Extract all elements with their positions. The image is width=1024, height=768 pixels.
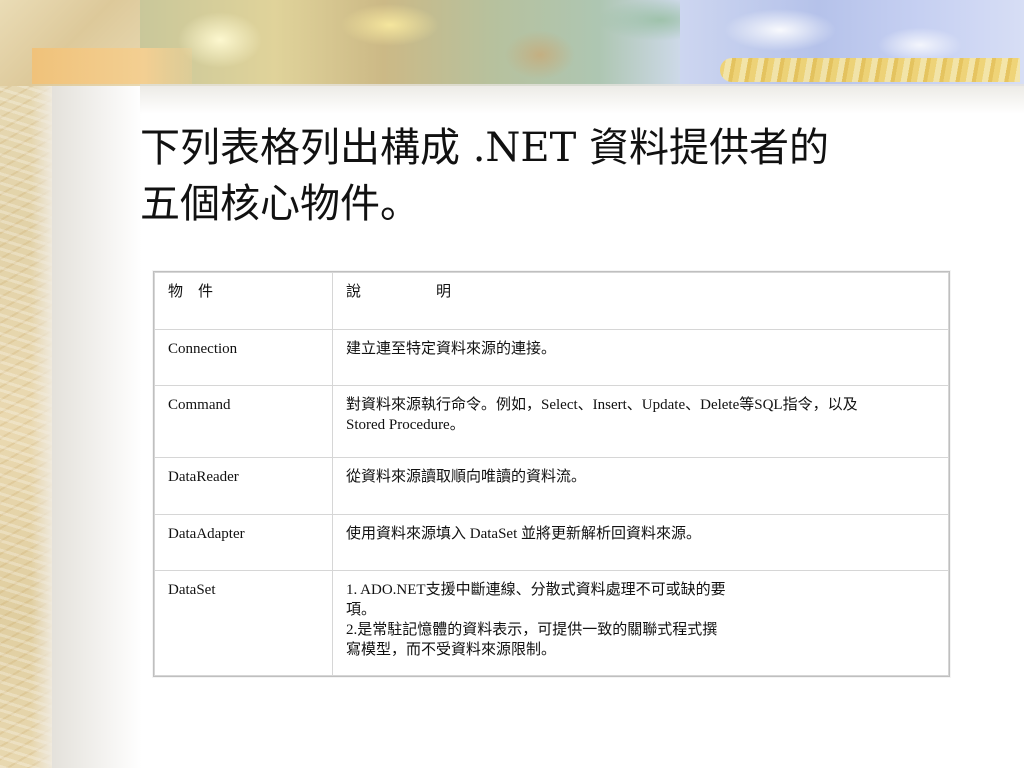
object-cell: DataSet [154,569,333,677]
description-line: 項。 [346,601,377,618]
description-line: 使用資料來源填入 DataSet 並將更新解析回資料來源。 [346,525,701,542]
description-cell: 從資料來源讀取順向唯讀的資料流。 [332,457,949,515]
description-line: 對資料來源執行命令。例如，Select、Insert、Update、Delete… [346,397,858,414]
header-cell-object: 物 件 [154,271,333,331]
description-line: 1. ADO.NET支援中斷連線、分散式資料處理不可或缺的要 [346,581,726,598]
table-row: DataAdapter 使用資料來源填入 DataSet 並將更新解析回資料來源… [154,513,949,571]
object-cell: DataAdapter [154,513,333,571]
components-table-frame: 物 件 說 明 Connection 建立連至特定資料來源的連接。 Comman… [153,271,950,677]
description-line: 寫模型，而不受資料來源限制。 [346,641,557,658]
table-row: Connection 建立連至特定資料來源的連接。 [154,329,949,387]
table-row: DataSet 1. ADO.NET支援中斷連線、分散式資料處理不可或缺的要 項… [154,569,949,677]
decorative-floral-banner [0,0,1024,86]
table-row: Command 對資料來源執行命令。例如，Select、Insert、Updat… [154,385,949,459]
object-cell: Command [154,385,333,459]
banner-gold-streak [720,58,1020,82]
description-cell: 建立連至特定資料來源的連接。 [332,329,949,387]
table-header-row: 物 件 說 明 [154,271,949,331]
header-cell-description: 說 明 [332,271,949,331]
decorative-parchment-strip [0,0,52,768]
object-cell: Connection [154,329,333,387]
slide-title-line-1: 下列表格列出構成 .NET 資料提供者的 [140,125,830,171]
description-cell: 對資料來源執行命令。例如，Select、Insert、Update、Delete… [332,385,949,459]
banner-floral-image [140,0,680,86]
description-line: Stored Procedure。 [346,417,465,434]
description-line: 建立連至特定資料來源的連接。 [346,341,557,358]
description-line: 2.是常駐記憶體的資料表示，可提供一致的關聯式程式撰 [346,621,718,638]
decorative-shadow [52,0,142,768]
components-table: 物 件 說 明 Connection 建立連至特定資料來源的連接。 Comman… [154,271,949,677]
description-line: 從資料來源讀取順向唯讀的資料流。 [346,469,587,486]
description-cell: 1. ADO.NET支援中斷連線、分散式資料處理不可或缺的要 項。 2.是常駐記… [332,569,949,677]
table-row: DataReader 從資料來源讀取順向唯讀的資料流。 [154,457,949,515]
banner-orange-band [32,48,192,84]
banner-shadow [140,84,1024,114]
slide-title-line-2: 五個核心物件。 [140,181,420,227]
slide-title: 下列表格列出構成 .NET 資料提供者的 五個核心物件。 [140,120,960,232]
description-cell: 使用資料來源填入 DataSet 並將更新解析回資料來源。 [332,513,949,571]
object-cell: DataReader [154,457,333,515]
